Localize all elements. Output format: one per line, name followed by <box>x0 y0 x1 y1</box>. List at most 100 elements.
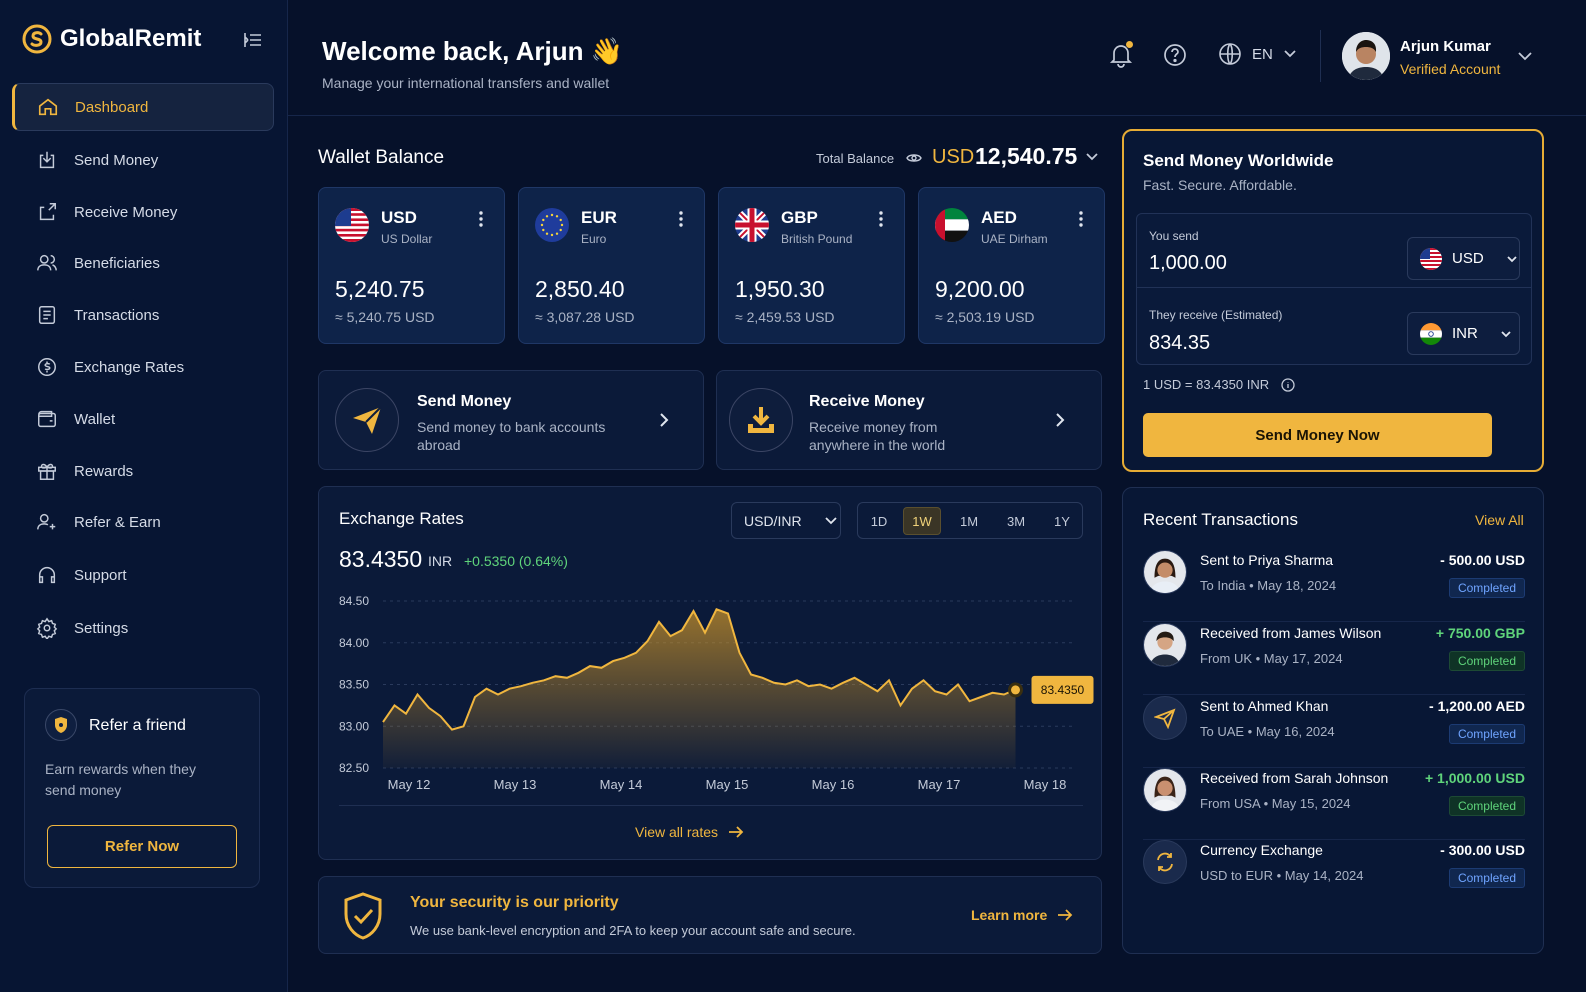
transaction-row[interactable]: Sent to Ahmed Khan To UAE • May 16, 2024… <box>1143 696 1525 768</box>
they-receive-value: 834.35 <box>1149 332 1211 354</box>
currency-name: Euro <box>581 232 607 246</box>
collapse-sidebar-icon[interactable] <box>242 30 264 50</box>
send-panel-title: Send Money Worldwide <box>1143 151 1334 170</box>
security-desc: We use bank-level encryption and 2FA to … <box>410 923 856 938</box>
view-all-rates-link[interactable]: View all rates <box>635 824 744 840</box>
notification-dot <box>1126 41 1133 48</box>
wallet-converted: ≈ 2,503.19 USD <box>935 309 1035 325</box>
sidebar-item-refer-earn[interactable]: Refer & Earn <box>12 498 274 546</box>
sidebar-item-rewards[interactable]: Rewards <box>12 447 274 495</box>
x-tick-label: May 13 <box>494 777 537 792</box>
sidebar-item-dashboard[interactable]: Dashboard <box>12 83 274 131</box>
chevron-down-icon <box>824 516 837 524</box>
transaction-name: Currency Exchange <box>1200 842 1323 858</box>
more-options-icon[interactable] <box>1077 210 1085 228</box>
home-icon <box>38 98 58 116</box>
send-currency-label: USD <box>1452 250 1484 267</box>
sidebar-item-transactions[interactable]: Transactions <box>12 291 274 339</box>
chart-area <box>383 609 1016 768</box>
send-money-now-button[interactable]: Send Money Now <box>1143 413 1492 457</box>
language-label: EN <box>1252 45 1273 63</box>
us-flag-icon <box>335 208 369 242</box>
chevron-down-icon[interactable] <box>1085 151 1099 163</box>
sidebar-item-receive-money[interactable]: Receive Money <box>12 188 274 236</box>
user-name: Arjun Kumar <box>1400 38 1491 55</box>
status-badge: Completed <box>1448 796 1525 816</box>
current-rate: 83.4350 <box>339 546 423 572</box>
wallet-card-usd[interactable]: USD US Dollar 5,240.75 ≈ 5,240.75 USD <box>318 187 505 344</box>
send-money-action-card[interactable]: Send Money Send money to bank accounts a… <box>318 370 704 470</box>
chart-current-point[interactable] <box>1008 682 1023 698</box>
chevron-down-icon[interactable] <box>1516 48 1534 64</box>
timeframe-3m[interactable]: 3M <box>997 507 1035 535</box>
avatar[interactable] <box>1342 32 1390 80</box>
wallet-card-gbp[interactable]: GBP British Pound 1,950.30 ≈ 2,459.53 US… <box>718 187 905 344</box>
timeframe-1y[interactable]: 1Y <box>1043 507 1081 535</box>
transaction-row[interactable]: Received from Sarah Johnson From USA • M… <box>1143 768 1525 840</box>
sidebar-item-label: Send Money <box>74 151 159 169</box>
sidebar-item-label: Dashboard <box>75 98 149 116</box>
chart-current-label: 83.4350 <box>1031 675 1094 704</box>
currency-pair-select[interactable]: USD/INR <box>731 502 841 539</box>
you-send-input[interactable]: 1,000.00 <box>1149 252 1227 275</box>
help-icon[interactable] <box>1162 42 1188 68</box>
sidebar-item-beneficiaries[interactable]: Beneficiaries <box>12 239 274 287</box>
refer-title: Refer a friend <box>89 717 186 734</box>
wallet-card-eur[interactable]: EUR Euro 2,850.40 ≈ 3,087.28 USD <box>518 187 705 344</box>
transaction-amount: - 1,200.00 AED <box>1429 698 1525 714</box>
transaction-row[interactable]: Currency Exchange USD to EUR • May 14, 2… <box>1143 840 1525 912</box>
transaction-meta: From USA • May 15, 2024 <box>1200 796 1351 811</box>
avatar <box>1143 623 1187 667</box>
send-panel-subtitle: Fast. Secure. Affordable. <box>1143 177 1297 193</box>
page-title: Welcome back, Arjun 👋 <box>322 36 624 66</box>
transaction-row[interactable]: Received from James Wilson From UK • May… <box>1143 623 1525 695</box>
receive-currency-select[interactable]: INR <box>1407 312 1520 355</box>
transaction-row[interactable]: Sent to Priya Sharma To India • May 18, … <box>1143 550 1525 622</box>
sidebar-item-settings[interactable]: Settings <box>12 604 274 652</box>
gift-icon <box>38 463 56 480</box>
more-options-icon[interactable] <box>677 210 685 228</box>
refer-now-button[interactable]: Refer Now <box>47 825 237 868</box>
wallet-amount: 5,240.75 <box>335 276 425 302</box>
logo[interactable]: GlobalRemit <box>22 24 201 54</box>
sidebar-item-support[interactable]: Support <box>12 551 274 599</box>
eye-icon[interactable] <box>906 151 922 165</box>
refer-card: Refer a friend Earn rewards when they se… <box>24 688 260 888</box>
timeframe-1d[interactable]: 1D <box>860 507 898 535</box>
recent-transactions-panel: Recent Transactions View All Sent to Pri… <box>1122 487 1544 954</box>
receive-money-action-card[interactable]: Receive Money Receive money from anywher… <box>716 370 1102 470</box>
wallet-icon <box>38 410 56 428</box>
currency-code: EUR <box>581 208 617 227</box>
chevron-down-icon <box>1284 50 1296 58</box>
refer-desc: Earn rewards when they send money <box>45 761 196 798</box>
sidebar-item-send-money[interactable]: Send Money <box>12 136 274 184</box>
view-all-transactions-link[interactable]: View All <box>1475 512 1524 528</box>
header-divider <box>1320 30 1321 82</box>
fx-rate-text: 1 USD = 83.4350 INR <box>1143 377 1270 392</box>
sidebar-item-exchange-rates[interactable]: Exchange Rates <box>12 343 274 391</box>
sidebar-item-label: Refer & Earn <box>74 513 161 531</box>
transaction-amount: + 1,000.00 USD <box>1424 770 1525 786</box>
exchange-rates-panel: Exchange Rates USD/INR 1D 1W 1M 3M 1Y 83… <box>318 486 1102 860</box>
user-plus-icon <box>37 513 56 530</box>
chart-current-label-text: 83.4350 <box>1041 683 1085 697</box>
language-selector[interactable]: EN <box>1218 42 1297 66</box>
wallet-card-aed[interactable]: AED UAE Dirham 9,200.00 ≈ 2,503.19 USD <box>918 187 1105 344</box>
status-badge: Completed <box>1448 724 1525 744</box>
more-options-icon[interactable] <box>877 210 885 228</box>
converter-box: You send 1,000.00 USD They receive (Esti… <box>1136 213 1532 365</box>
currency-code: USD <box>381 208 417 227</box>
shield-check-icon <box>344 892 382 940</box>
timeframe-1w[interactable]: 1W <box>903 507 941 535</box>
globalremit-logo-icon <box>22 24 52 54</box>
security-banner: Your security is our priority We use ban… <box>318 876 1102 954</box>
sidebar-item-wallet[interactable]: Wallet <box>12 395 274 443</box>
timeframe-1m[interactable]: 1M <box>950 507 988 535</box>
learn-more-link[interactable]: Learn more <box>971 907 1073 923</box>
sidebar-item-label: Transactions <box>74 306 160 324</box>
more-options-icon[interactable] <box>477 210 485 228</box>
x-tick-label: May 16 <box>812 777 855 792</box>
send-currency-select[interactable]: USD <box>1407 237 1520 280</box>
info-icon[interactable] <box>1281 377 1295 392</box>
transaction-meta: USD to EUR • May 14, 2024 <box>1200 868 1364 883</box>
